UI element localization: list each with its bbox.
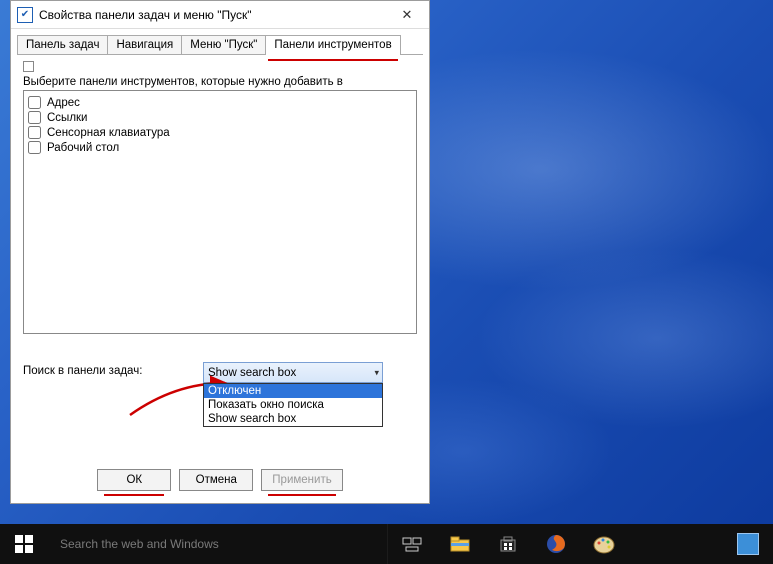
chevron-down-icon: ▾: [374, 367, 379, 378]
tab-start-menu[interactable]: Меню "Пуск": [181, 35, 266, 54]
titlebar[interactable]: ✔ Свойства панели задач и меню "Пуск" ✕: [11, 1, 429, 29]
tab-label: Панель задач: [26, 39, 99, 51]
tab-navigation[interactable]: Навигация: [107, 35, 182, 54]
toolbars-listbox[interactable]: Адрес Ссылки Сенсорная клавиатура Рабочи…: [23, 90, 417, 334]
store-icon[interactable]: [484, 535, 532, 553]
taskbar-pinned-apps: [388, 524, 628, 564]
search-dropdown: Отключен Показать окно поиска Show searc…: [203, 383, 383, 427]
checkbox[interactable]: [28, 141, 41, 154]
task-view-icon[interactable]: [388, 536, 436, 552]
tab-label: Навигация: [116, 39, 173, 51]
apply-button[interactable]: Применить: [261, 469, 342, 491]
ok-button[interactable]: ОК: [97, 469, 171, 491]
tab-toolbars[interactable]: Панели инструментов: [265, 35, 400, 55]
toolbar-item-address[interactable]: Адрес: [28, 95, 412, 110]
annotation-underline: [268, 59, 397, 61]
toolbar-item-touchkeyboard[interactable]: Сенсорная клавиатура: [28, 125, 412, 140]
file-explorer-icon[interactable]: [436, 536, 484, 552]
toolbar-label: Сенсорная клавиатура: [47, 127, 170, 139]
paint-icon[interactable]: [580, 534, 628, 554]
window-title: Свойства панели задач и меню "Пуск": [39, 8, 385, 22]
button-label: ОК: [126, 474, 142, 486]
button-label: Отмена: [196, 474, 237, 486]
tab-content: Выберите панели инструментов, которые ну…: [17, 54, 423, 453]
taskbar-search-input[interactable]: Search the web and Windows: [48, 524, 388, 564]
dropdown-option-show-window[interactable]: Показать окно поиска: [204, 398, 382, 412]
taskbar-properties-dialog: ✔ Свойства панели задач и меню "Пуск" ✕ …: [10, 0, 430, 504]
button-label: Применить: [272, 474, 331, 486]
option-label: Show search box: [208, 413, 296, 425]
tab-taskbar[interactable]: Панель задач: [17, 35, 108, 54]
system-tray[interactable]: [737, 524, 773, 564]
annotation-underline: [268, 494, 335, 496]
toolbar-item-links[interactable]: Ссылки: [28, 110, 412, 125]
dropdown-option-show-box[interactable]: Show search box: [204, 412, 382, 426]
windows-logo-icon: [15, 535, 33, 553]
toolbar-label: Ссылки: [47, 112, 88, 124]
toolbar-label: Адрес: [47, 97, 80, 109]
start-button[interactable]: [0, 524, 48, 564]
app-icon: ✔: [17, 7, 33, 23]
toolbar-item-desktop[interactable]: Рабочий стол: [28, 140, 412, 155]
tab-strip: Панель задач Навигация Меню "Пуск" Панел…: [11, 29, 429, 54]
annotation-underline: [104, 494, 164, 496]
close-button[interactable]: ✕: [385, 1, 429, 29]
firefox-icon[interactable]: [532, 534, 580, 554]
windows-taskbar: Search the web and Windows: [0, 524, 773, 564]
option-label: Показать окно поиска: [208, 399, 324, 411]
cancel-button[interactable]: Отмена: [179, 469, 253, 491]
dialog-button-row: ОК Отмена Применить: [11, 459, 429, 503]
toolbar-label: Рабочий стол: [47, 142, 119, 154]
tab-label: Меню "Пуск": [190, 39, 257, 51]
search-placeholder: Search the web and Windows: [60, 537, 219, 551]
checkbox[interactable]: [28, 111, 41, 124]
instruction-text: Выберите панели инструментов, которые ну…: [23, 76, 417, 88]
dropdown-option-disabled[interactable]: Отключен: [204, 384, 382, 398]
checkbox[interactable]: [28, 96, 41, 109]
option-label: Отключен: [208, 385, 261, 397]
tab-label: Панели инструментов: [274, 39, 391, 51]
small-checkbox[interactable]: [23, 61, 34, 72]
checkbox[interactable]: [28, 126, 41, 139]
tray-app-icon[interactable]: [737, 533, 759, 555]
